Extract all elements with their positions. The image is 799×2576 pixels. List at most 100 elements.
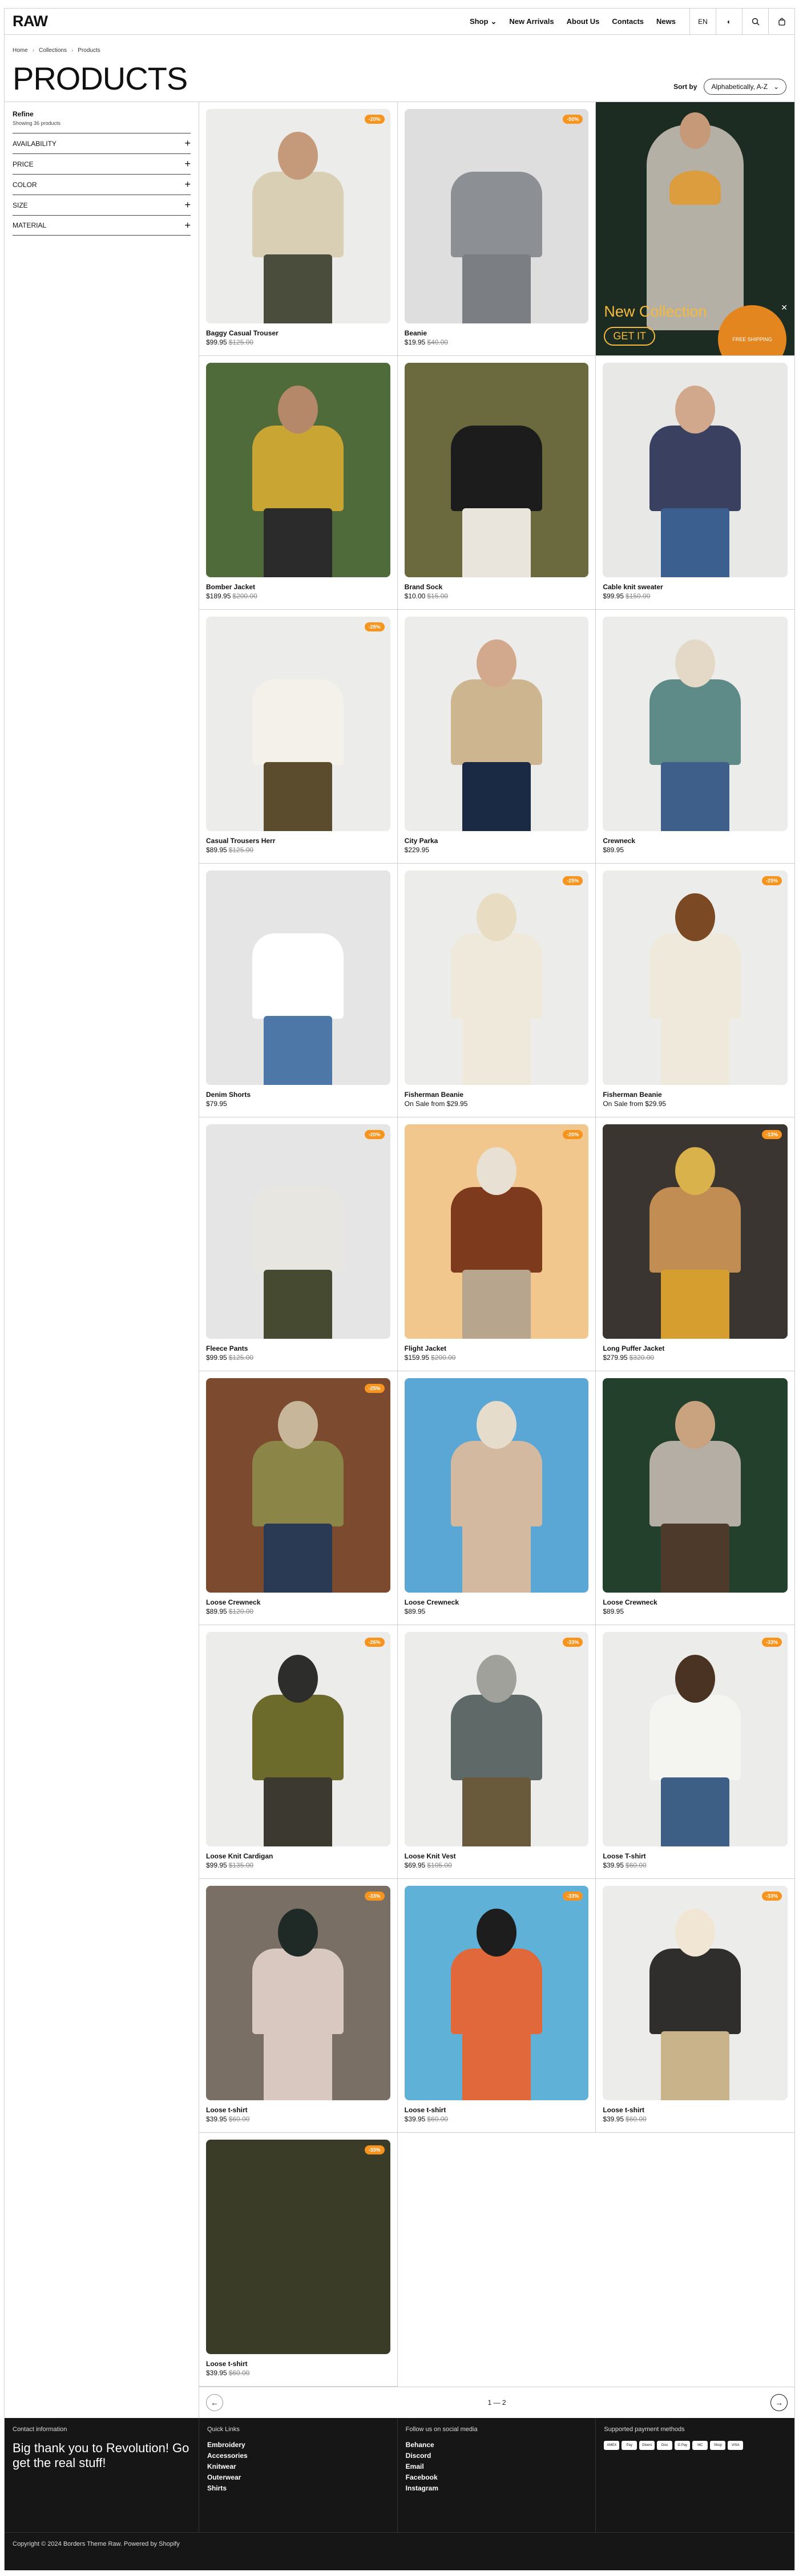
product-name[interactable]: Loose T-shirt: [603, 1852, 788, 1860]
product-name[interactable]: Loose t-shirt: [206, 2360, 390, 2368]
product-name[interactable]: Loose Knit Vest: [405, 1852, 589, 1860]
product-name[interactable]: Long Puffer Jacket: [603, 1344, 788, 1352]
product-name[interactable]: Loose t-shirt: [405, 2106, 589, 2114]
prev-page-button[interactable]: ←: [206, 2394, 223, 2411]
product-card[interactable]: -25% Fisherman Beanie On Sale from $29.9…: [596, 864, 794, 1117]
next-page-button[interactable]: →: [770, 2394, 788, 2411]
filter-color[interactable]: COLOR +: [13, 174, 191, 195]
footer-link[interactable]: Embroidery: [207, 2441, 389, 2449]
product-card[interactable]: Cable knit sweater $99.95 $150.00: [596, 356, 794, 610]
product-image[interactable]: -33%: [603, 1632, 788, 1846]
product-card[interactable]: -33% Loose t-shirt $39.95 $60.00: [199, 1879, 398, 2133]
product-card[interactable]: Denim Shorts $79.95: [199, 864, 398, 1117]
product-image[interactable]: -33%: [404, 1886, 589, 2100]
product-image[interactable]: [206, 363, 390, 577]
breadcrumb-home[interactable]: Home: [13, 47, 28, 54]
cart-icon[interactable]: [768, 9, 794, 34]
product-card[interactable]: Crewneck $89.95: [596, 610, 794, 864]
product-name[interactable]: Fisherman Beanie: [603, 1091, 788, 1099]
product-image[interactable]: [404, 1378, 589, 1593]
product-name[interactable]: City Parka: [405, 837, 589, 845]
product-card[interactable]: City Parka $229.95: [397, 610, 596, 864]
product-image[interactable]: -33%: [206, 1886, 390, 2100]
product-image[interactable]: -50%: [404, 109, 589, 323]
social-link[interactable]: Email: [406, 2462, 588, 2470]
product-card[interactable]: -26% Loose Knit Cardigan $99.95 $135.00: [199, 1625, 398, 1879]
filter-material[interactable]: MATERIAL +: [13, 215, 191, 236]
product-image[interactable]: -13%: [603, 1124, 788, 1339]
product-image[interactable]: -20%: [206, 109, 390, 323]
product-card[interactable]: -33% Loose t-shirt $39.95 $60.00: [596, 1879, 794, 2133]
product-card[interactable]: -33% Loose Knit Vest $69.95 $105.00: [397, 1625, 596, 1879]
footer-link[interactable]: Knitwear: [207, 2462, 389, 2470]
product-image[interactable]: -20%: [206, 1124, 390, 1339]
product-card[interactable]: -13% Long Puffer Jacket $279.95 $320.00: [596, 1117, 794, 1371]
product-name[interactable]: Flight Jacket: [405, 1344, 589, 1352]
product-card[interactable]: Loose Crewneck $89.95: [397, 1371, 596, 1625]
product-name[interactable]: Brand Sock: [405, 583, 589, 591]
product-image[interactable]: -26%: [206, 1632, 390, 1846]
product-image[interactable]: -33%: [404, 1632, 589, 1846]
product-name[interactable]: Crewneck: [603, 837, 788, 845]
nav-news[interactable]: News: [656, 17, 676, 26]
product-image[interactable]: [206, 870, 390, 1085]
product-card[interactable]: -25% Fisherman Beanie On Sale from $29.9…: [397, 864, 596, 1117]
nav-new-arrivals[interactable]: New Arrivals: [509, 17, 554, 26]
product-image[interactable]: -20%: [404, 1124, 589, 1339]
product-name[interactable]: Casual Trousers Herr: [206, 837, 390, 845]
breadcrumb-collections[interactable]: Collections: [39, 47, 67, 54]
product-image[interactable]: -33%: [206, 2140, 390, 2354]
product-image[interactable]: -28%: [206, 617, 390, 831]
product-card[interactable]: -50% Beanie $19.95 $40.00: [397, 102, 596, 356]
social-link[interactable]: Behance: [406, 2441, 588, 2449]
product-name[interactable]: Loose Crewneck: [405, 1598, 589, 1606]
filter-availability[interactable]: AVAILABILITY +: [13, 133, 191, 153]
product-card[interactable]: -20% Baggy Casual Trouser $99.95 $125.00: [199, 102, 398, 356]
product-image[interactable]: -25%: [404, 870, 589, 1085]
filter-size[interactable]: SIZE +: [13, 195, 191, 215]
filter-price[interactable]: PRICE +: [13, 153, 191, 174]
product-image[interactable]: -25%: [206, 1378, 390, 1593]
product-image[interactable]: [603, 363, 788, 577]
language-selector[interactable]: EN: [689, 9, 716, 34]
product-name[interactable]: Beanie: [405, 329, 589, 337]
footer-link[interactable]: Accessories: [207, 2452, 389, 2460]
product-name[interactable]: Loose Knit Cardigan: [206, 1852, 390, 1860]
product-card[interactable]: Brand Sock $10.00 $15.00: [397, 356, 596, 610]
product-name[interactable]: Fisherman Beanie: [405, 1091, 589, 1099]
search-icon[interactable]: [742, 9, 768, 34]
footer-link[interactable]: Shirts: [207, 2484, 389, 2492]
product-name[interactable]: Loose Crewneck: [603, 1598, 788, 1606]
product-image[interactable]: [603, 617, 788, 831]
sort-select[interactable]: Alphabetically, A-Z ⌄: [704, 79, 786, 95]
social-link[interactable]: Discord: [406, 2452, 588, 2460]
logo[interactable]: RAW: [5, 9, 470, 34]
product-name[interactable]: Denim Shorts: [206, 1091, 390, 1099]
nav-shop[interactable]: Shop ⌄: [470, 17, 497, 26]
social-link[interactable]: Instagram: [406, 2484, 588, 2492]
product-image[interactable]: -33%: [603, 1886, 788, 2100]
product-name[interactable]: Baggy Casual Trouser: [206, 329, 390, 337]
product-card[interactable]: -33% Loose t-shirt $39.95 $60.00: [199, 2133, 398, 2387]
social-link[interactable]: Facebook: [406, 2473, 588, 2481]
product-card[interactable]: -20% Flight Jacket $159.95 $200.00: [397, 1117, 596, 1371]
product-image[interactable]: -25%: [603, 870, 788, 1085]
product-name[interactable]: Loose t-shirt: [603, 2106, 788, 2114]
product-image[interactable]: [603, 1378, 788, 1593]
product-card[interactable]: -33% Loose T-shirt $39.95 $60.00: [596, 1625, 794, 1879]
product-card[interactable]: -33% Loose t-shirt $39.95 $60.00: [397, 1879, 596, 2133]
nav-about[interactable]: About Us: [567, 17, 600, 26]
product-card[interactable]: Bomber Jacket $189.95 $200.00: [199, 356, 398, 610]
product-card[interactable]: -28% Casual Trousers Herr $89.95 $125.00: [199, 610, 398, 864]
promo-banner[interactable]: New Collection GET IT FREE SHIPPING ✕: [596, 102, 794, 356]
promo-cta-button[interactable]: GET IT: [604, 327, 656, 346]
close-icon[interactable]: ✕: [781, 303, 788, 313]
product-image[interactable]: [404, 363, 589, 577]
product-card[interactable]: Loose Crewneck $89.95: [596, 1371, 794, 1625]
product-name[interactable]: Bomber Jacket: [206, 583, 390, 591]
product-name[interactable]: Cable knit sweater: [603, 583, 788, 591]
product-card[interactable]: -20% Fleece Pants $99.95 $125.00: [199, 1117, 398, 1371]
footer-link[interactable]: Outerwear: [207, 2473, 389, 2481]
product-name[interactable]: Fleece Pants: [206, 1344, 390, 1352]
nav-contacts[interactable]: Contacts: [612, 17, 644, 26]
